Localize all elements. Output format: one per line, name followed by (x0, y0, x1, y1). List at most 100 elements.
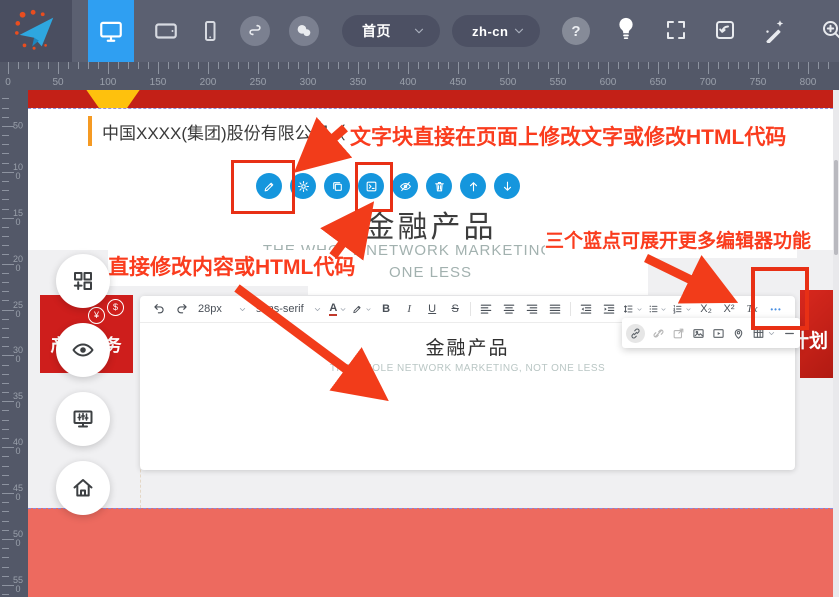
design-canvas[interactable]: 中国XXXX(集团)股份有限公司（以 金融产品 THE WHOLE NETWOR… (28, 90, 833, 597)
ruler-label: 250 (250, 77, 267, 88)
company-heading-block[interactable]: 中国XXXX(集团)股份有限公司（以 (88, 116, 363, 146)
align-justify-button[interactable] (544, 299, 566, 319)
text-color-button[interactable]: A (327, 299, 349, 319)
ruler-label: 250 (13, 301, 23, 319)
ruler-tick (268, 62, 269, 69)
ruler-tick (118, 62, 119, 69)
help-button[interactable]: ? (562, 17, 590, 45)
display-settings-button[interactable] (56, 392, 110, 446)
ruler-tick (108, 62, 109, 74)
export-button[interactable] (713, 18, 737, 47)
insert-map-button[interactable] (732, 327, 745, 340)
ruler-label: 500 (500, 77, 517, 88)
device-desktop-button[interactable] (88, 0, 134, 62)
fullscreen-button[interactable] (664, 18, 688, 47)
website-editor: 首页 zh-cn ? 05010015020025030035040045050… (0, 0, 839, 597)
site-salmon-section[interactable] (28, 508, 833, 597)
unlink-button[interactable] (652, 327, 665, 340)
preview-button[interactable] (56, 323, 110, 377)
home-button[interactable] (56, 461, 110, 515)
numbered-list-button[interactable] (670, 299, 694, 319)
ruler-tick (2, 420, 9, 421)
chevron-down-icon (512, 24, 526, 38)
ruler-tick (538, 62, 539, 69)
scrollbar-thumb[interactable] (834, 160, 838, 255)
modules-button[interactable] (56, 254, 110, 308)
eye-icon (71, 338, 95, 362)
ruler-tick (148, 62, 149, 69)
insert-video-button[interactable] (712, 327, 725, 340)
ruler-tick (128, 62, 129, 69)
app-logo[interactable] (0, 0, 72, 62)
ruler-tick (2, 254, 9, 255)
search-plus-icon (820, 18, 839, 42)
wechat-icon (295, 22, 313, 40)
ruler-tick (318, 62, 319, 69)
superscript-button[interactable]: X² (718, 299, 740, 319)
arrow-up-icon (467, 180, 480, 193)
ruler-tick (498, 62, 499, 69)
ruler-tick (2, 438, 9, 439)
magic-wand-button[interactable] (761, 17, 787, 48)
ruler-tick (638, 62, 639, 69)
line-height-button[interactable] (621, 299, 645, 319)
desktop-icon (98, 18, 124, 44)
link-button[interactable] (626, 324, 645, 343)
insert-image-button[interactable] (692, 327, 705, 340)
italic-button[interactable]: I (398, 299, 420, 319)
ruler-tick (2, 291, 9, 292)
edit-link-button[interactable] (672, 327, 685, 340)
share-button[interactable] (240, 16, 270, 46)
align-right-button[interactable] (521, 299, 543, 319)
video-icon (712, 327, 725, 340)
wechat-button[interactable] (289, 16, 319, 46)
subscript-button[interactable]: X₂ (695, 299, 717, 319)
ruler-tick (798, 62, 799, 69)
ruler-tick (448, 62, 449, 69)
align-center-icon (502, 302, 516, 316)
hide-button[interactable] (392, 173, 418, 199)
ruler-tick (8, 62, 9, 74)
undo-icon (152, 302, 166, 316)
delete-button[interactable] (426, 173, 452, 199)
ruler-label: 50 (52, 77, 63, 88)
ruler-tick (768, 62, 769, 69)
ruler-label: 450 (13, 484, 23, 502)
idea-button[interactable] (613, 15, 639, 46)
highlight-color-button[interactable] (350, 299, 374, 319)
move-down-button[interactable] (494, 173, 520, 199)
chevron-down-icon (313, 305, 322, 314)
indent-button[interactable] (598, 299, 620, 319)
align-center-button[interactable] (498, 299, 520, 319)
duplicate-button[interactable] (324, 173, 350, 199)
share-icon (247, 23, 263, 39)
ruler-tick (728, 62, 729, 69)
paper-plane-logo-icon (13, 8, 59, 54)
subscript-button-label: X₂ (700, 303, 712, 315)
redo-button[interactable] (171, 299, 193, 319)
underline-button[interactable]: U (421, 299, 443, 319)
move-up-button[interactable] (460, 173, 486, 199)
editor-content-subtitle[interactable]: THE WHOLE NETWORK MARKETING, NOT ONE LES… (140, 363, 795, 374)
canvas-scrollbar[interactable] (833, 90, 839, 597)
device-phone-button[interactable] (192, 0, 228, 62)
strikethrough-button[interactable]: S (444, 299, 466, 319)
ruler-tick (2, 530, 9, 531)
zoom-search-button[interactable] (820, 18, 839, 47)
device-tablet-button[interactable] (144, 0, 188, 62)
ruler-label: 600 (600, 77, 617, 88)
ruler-tick (748, 62, 749, 69)
ruler-tick (708, 62, 709, 74)
ruler-tick (2, 548, 9, 549)
align-left-button[interactable] (475, 299, 497, 319)
bullet-list-button[interactable] (646, 299, 670, 319)
page-select[interactable]: 首页 (342, 15, 440, 47)
chevron-down-icon (339, 305, 347, 314)
undo-button[interactable] (148, 299, 170, 319)
font-size-select[interactable]: 28px (194, 299, 251, 319)
outdent-button[interactable] (575, 299, 597, 319)
font-family-select[interactable]: sans-serif (252, 299, 326, 319)
ruler-label: 550 (550, 77, 567, 88)
language-select[interactable]: zh-cn (452, 15, 540, 47)
bold-button[interactable]: B (375, 299, 397, 319)
